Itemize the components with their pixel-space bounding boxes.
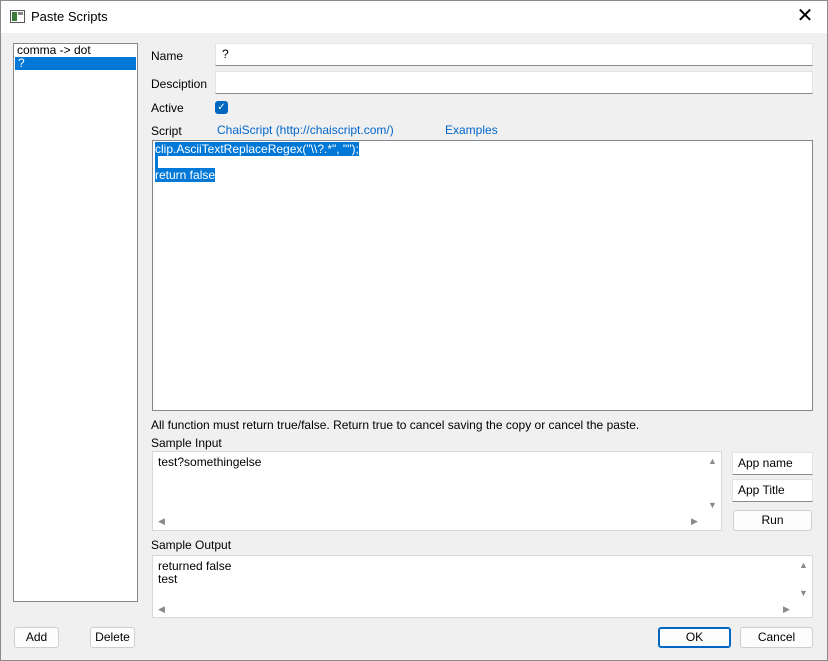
cancel-button[interactable]: Cancel [740, 627, 813, 648]
scroll-left-icon[interactable]: ◀ [158, 516, 165, 527]
add-button[interactable]: Add [14, 627, 59, 648]
examples-link[interactable]: Examples [445, 123, 498, 137]
script-hint: All function must return true/false. Ret… [151, 418, 640, 432]
scroll-right-icon[interactable]: ▶ [783, 604, 790, 615]
close-button[interactable]: ✕ [783, 1, 827, 33]
name-label: Name [151, 49, 184, 63]
scroll-down-icon[interactable]: ▼ [799, 588, 808, 598]
scroll-up-icon[interactable]: ▲ [708, 456, 717, 466]
sample-output-field[interactable]: returned false test ▲ ▼ ◀ ▶ [152, 555, 813, 618]
ok-button[interactable]: OK [658, 627, 731, 648]
description-field[interactable] [215, 71, 813, 94]
script-list[interactable]: comma -> dot ? [13, 43, 138, 602]
app-name-field[interactable]: App name [732, 452, 813, 475]
script-label: Script [151, 124, 182, 138]
sample-output-label: Sample Output [151, 538, 232, 552]
title-bar: Paste Scripts ✕ [1, 1, 827, 33]
sample-input-text: test?somethingelse [158, 455, 262, 469]
run-button[interactable]: Run [733, 510, 812, 531]
sample-output-text: returned false test [158, 559, 232, 586]
scroll-down-icon[interactable]: ▼ [708, 500, 717, 510]
scroll-left-icon[interactable]: ◀ [158, 604, 165, 615]
scroll-right-icon[interactable]: ▶ [691, 516, 698, 527]
sample-input-label: Sample Input [151, 436, 222, 450]
active-label: Active [151, 101, 184, 115]
delete-button[interactable]: Delete [90, 627, 135, 648]
paste-scripts-dialog: Paste Scripts ✕ comma -> dot ? Name ? De… [0, 0, 828, 661]
app-title-field[interactable]: App Title [732, 479, 813, 502]
list-item-comma-to-dot[interactable]: comma -> dot [14, 44, 137, 57]
description-label: Desciption [151, 77, 208, 91]
chaiscript-link[interactable]: ChaiScript (http://chaiscript.com/) [217, 123, 394, 137]
active-checkbox[interactable]: ✓ [215, 101, 228, 114]
list-item-question-mark[interactable]: ? [15, 57, 136, 70]
app-window-icon [10, 10, 25, 23]
script-line-1: clip.AsciiTextReplaceRegex("\\?.*", ""); [155, 142, 359, 156]
sample-input-field[interactable]: test?somethingelse ▲ ▼ ◀ ▶ [152, 451, 722, 531]
script-editor[interactable]: clip.AsciiTextReplaceRegex("\\?.*", "");… [152, 140, 813, 411]
scroll-up-icon[interactable]: ▲ [799, 560, 808, 570]
script-line-3: return false [155, 168, 216, 182]
window-title: Paste Scripts [31, 9, 108, 24]
name-field[interactable]: ? [215, 43, 813, 66]
